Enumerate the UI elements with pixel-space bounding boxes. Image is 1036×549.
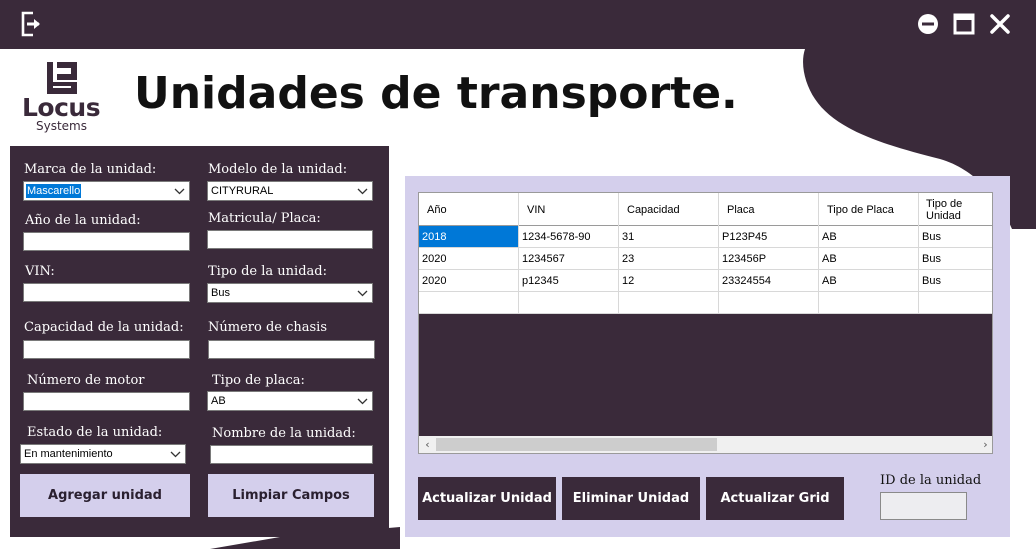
table-cell[interactable]: 2018 [419, 226, 519, 248]
minimize-icon[interactable] [914, 10, 942, 38]
tipo-placa-select[interactable]: AB [207, 391, 373, 411]
modelo-select[interactable]: CITYRURAL [207, 181, 373, 201]
nombre-label: Nombre de la unidad: [212, 426, 356, 441]
estado-select[interactable]: En mantenimiento [20, 444, 186, 464]
chasis-input[interactable] [208, 340, 375, 359]
table-cell[interactable] [519, 292, 619, 314]
table-cell[interactable] [619, 292, 719, 314]
close-icon[interactable] [986, 10, 1014, 38]
motor-label: Número de motor [27, 373, 145, 388]
chevron-down-icon [357, 290, 368, 297]
table-cell[interactable]: AB [819, 248, 919, 270]
chevron-down-icon [170, 451, 181, 458]
table-cell[interactable]: 123456P [719, 248, 819, 270]
tipo-unidad-select-value: Bus [211, 287, 230, 299]
column-header-capacidad[interactable]: Capacidad [619, 193, 719, 226]
table-cell[interactable]: 23 [619, 248, 719, 270]
capacidad-label: Capacidad de la unidad: [24, 320, 184, 335]
tipo-placa-label: Tipo de placa: [212, 373, 305, 388]
table-cell[interactable]: AB [819, 270, 919, 292]
column-header-placa[interactable]: Placa [719, 193, 819, 226]
maximize-icon[interactable] [950, 10, 978, 38]
anio-label: Año de la unidad: [25, 213, 141, 228]
table-cell[interactable]: 2020 [419, 248, 519, 270]
table-cell[interactable]: P123P45 [719, 226, 819, 248]
eliminar-unidad-button[interactable]: Eliminar Unidad [562, 477, 700, 520]
marca-select[interactable]: Mascarello [23, 181, 190, 201]
estado-label: Estado de la unidad: [27, 425, 163, 440]
nombre-input[interactable] [210, 445, 373, 464]
anio-input[interactable] [23, 232, 190, 251]
table-cell[interactable]: Bus [919, 270, 992, 292]
capacidad-input[interactable] [23, 340, 190, 359]
actualizar-unidad-button[interactable]: Actualizar Unidad [418, 477, 556, 520]
logo-subtitle: Systems [36, 119, 87, 133]
chevron-down-icon [174, 188, 185, 195]
motor-input[interactable] [23, 392, 190, 411]
table-cell[interactable]: 23324554 [719, 270, 819, 292]
table-cell[interactable] [819, 292, 919, 314]
table-cell[interactable] [419, 292, 519, 314]
units-data-grid[interactable]: Año VIN Capacidad Placa Tipo de Placa Ti… [418, 192, 993, 454]
table-cell[interactable]: p12345 [519, 270, 619, 292]
table-cell[interactable]: 1234-5678-90 [519, 226, 619, 248]
column-header-anio[interactable]: Año [419, 193, 519, 226]
agregar-unidad-button[interactable]: Agregar unidad [20, 474, 190, 517]
modelo-select-value: CITYRURAL [211, 185, 274, 197]
table-row[interactable]: 2020 1234567 23 123456P AB Bus [419, 248, 992, 270]
logo-mark-icon [47, 62, 77, 94]
scroll-left-icon[interactable]: ‹ [420, 437, 435, 452]
scrollbar-thumb[interactable] [436, 438, 717, 451]
vin-label: VIN: [25, 264, 55, 279]
page-title: Unidades de transporte. [134, 68, 738, 119]
table-cell[interactable]: Bus [919, 248, 992, 270]
matricula-input[interactable] [207, 230, 373, 249]
grid-header: Año VIN Capacidad Placa Tipo de Placa Ti… [419, 193, 992, 226]
table-row[interactable]: 2020 p12345 12 23324554 AB Bus [419, 270, 992, 292]
horizontal-scrollbar[interactable]: ‹ › [419, 436, 992, 453]
column-header-vin[interactable]: VIN [519, 193, 619, 226]
limpiar-campos-button[interactable]: Limpiar Campos [208, 474, 374, 517]
table-cell[interactable]: 1234567 [519, 248, 619, 270]
table-cell[interactable]: 2020 [419, 270, 519, 292]
table-cell[interactable]: 31 [619, 226, 719, 248]
matricula-label: Matricula/ Placa: [208, 211, 321, 226]
table-row-new[interactable] [419, 292, 992, 314]
chasis-label: Número de chasis [208, 320, 327, 335]
logout-icon[interactable] [18, 10, 46, 38]
logo-wordmark: Locus [22, 93, 101, 122]
modelo-label: Modelo de la unidad: [208, 162, 348, 177]
tipo-unidad-select[interactable]: Bus [207, 283, 373, 303]
scroll-right-icon[interactable]: › [978, 437, 992, 452]
chevron-down-icon [357, 188, 368, 195]
tipo-placa-select-value: AB [211, 395, 226, 407]
table-cell[interactable] [719, 292, 819, 314]
chevron-down-icon [357, 398, 368, 405]
estado-select-value: En mantenimiento [24, 448, 113, 460]
column-header-tipo-placa[interactable]: Tipo de Placa [819, 193, 919, 226]
table-row[interactable]: 2018 1234-5678-90 31 P123P45 AB Bus [419, 226, 992, 248]
vin-input[interactable] [23, 283, 190, 302]
table-cell[interactable] [919, 292, 992, 314]
company-logo: Locus Systems [18, 60, 108, 136]
table-cell[interactable]: Bus [919, 226, 992, 248]
id-unidad-field [880, 492, 967, 520]
table-cell[interactable]: 12 [619, 270, 719, 292]
marca-select-value: Mascarello [26, 184, 82, 198]
table-cell[interactable]: AB [819, 226, 919, 248]
tipo-unidad-label: Tipo de la unidad: [208, 264, 327, 279]
marca-label: Marca de la unidad: [24, 162, 157, 177]
title-bar [0, 0, 1036, 49]
column-header-tipo-unidad[interactable]: Tipo de Unidad [919, 193, 992, 226]
actualizar-grid-button[interactable]: Actualizar Grid [706, 477, 844, 520]
grid-rows: 2018 1234-5678-90 31 P123P45 AB Bus 2020… [419, 226, 992, 314]
id-unidad-label: ID de la unidad [880, 473, 982, 488]
